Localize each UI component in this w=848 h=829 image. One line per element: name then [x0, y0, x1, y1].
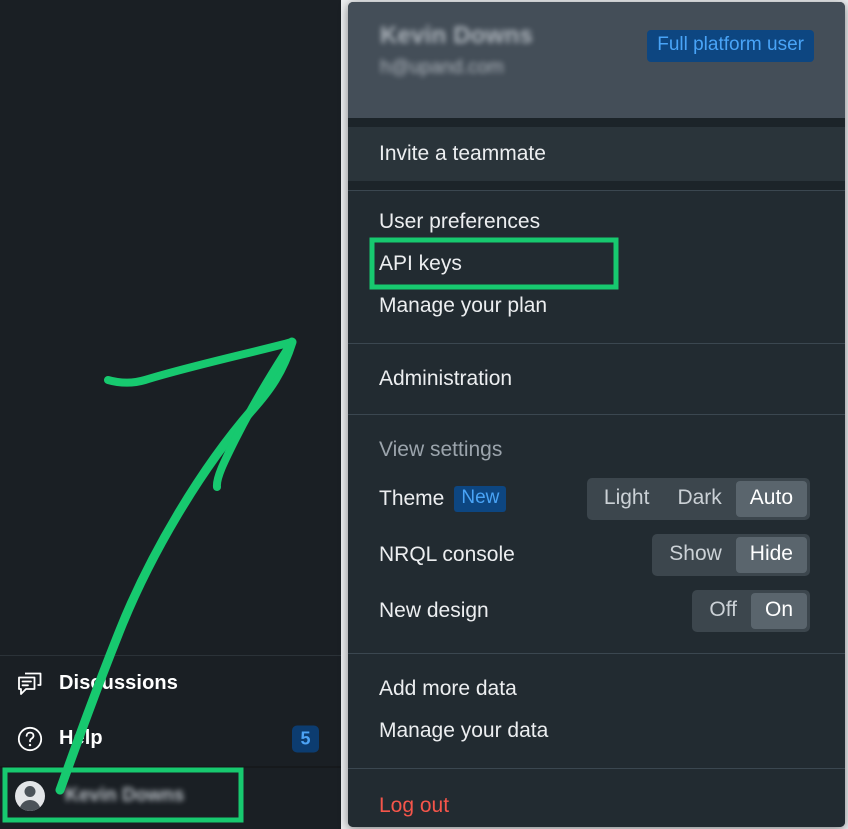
sidebar-item-help[interactable]: Help 5 — [0, 711, 341, 766]
setting-row-nrql-console: NRQL console Show Hide — [348, 527, 845, 583]
setting-label-text: NRQL console — [379, 543, 515, 567]
nrql-option-hide[interactable]: Hide — [735, 537, 807, 574]
sidebar-item-label: Help — [59, 727, 103, 749]
administration-section: Administration — [348, 344, 845, 415]
theme-option-auto[interactable]: Auto — [735, 481, 807, 518]
new-tag: New — [454, 486, 507, 513]
discussions-icon — [11, 665, 49, 703]
menu-item-label: Manage your plan — [379, 294, 548, 318]
menu-item-label: Add more data — [379, 677, 517, 701]
help-notification-badge: 5 — [292, 725, 319, 752]
menu-item-invite-a-teammate[interactable]: Invite a teammate — [348, 127, 845, 182]
sidebar-upper-area — [0, 0, 341, 655]
setting-label-nrql-console: NRQL console — [379, 543, 515, 567]
setting-label-text: Theme — [379, 487, 445, 511]
account-section: User preferences API keys Manage your pl… — [348, 191, 845, 344]
setting-label-text: New design — [379, 599, 489, 623]
menu-item-label: Log out — [379, 793, 450, 817]
section-padding — [348, 191, 845, 201]
section-padding — [348, 752, 845, 768]
account-menu-panel: Kevin Downs h@upand.com Full platform us… — [348, 2, 845, 827]
sidebar-item-user-account[interactable]: Kevin Downs — [0, 768, 341, 823]
account-menu-header: Kevin Downs h@upand.com Full platform us… — [348, 2, 845, 118]
view-settings-heading: View settings — [379, 438, 503, 462]
section-padding — [348, 344, 845, 358]
section-padding — [348, 769, 845, 785]
menu-item-label: API keys — [379, 252, 462, 276]
sidebar-user-name: Kevin Downs — [65, 784, 185, 806]
menu-item-administration[interactable]: Administration — [348, 358, 845, 400]
logout-section: Log out — [348, 768, 845, 827]
setting-row-theme: Theme New Light Dark Auto — [348, 471, 845, 527]
theme-segmented-control: Light Dark Auto — [586, 478, 810, 521]
menu-item-label: Administration — [379, 367, 513, 391]
new-design-option-off[interactable]: Off — [695, 593, 751, 629]
theme-option-light[interactable]: Light — [590, 481, 664, 517]
menu-item-manage-your-data[interactable]: Manage your data — [348, 710, 845, 752]
menu-item-label: Invite a teammate — [379, 142, 546, 166]
data-section: Add more data Manage your data — [348, 654, 845, 769]
sidebar-item-label: Discussions — [59, 672, 178, 694]
new-design-segmented-control: Off On — [692, 590, 810, 633]
menu-item-add-more-data[interactable]: Add more data — [348, 668, 845, 710]
help-circle-icon — [11, 720, 49, 758]
section-padding — [348, 639, 845, 653]
nrql-option-show[interactable]: Show — [655, 537, 736, 573]
sidebar-bottom-strip — [0, 823, 341, 829]
setting-row-new-design: New design Off On — [348, 583, 845, 639]
new-design-option-on[interactable]: On — [750, 593, 807, 630]
setting-label-new-design: New design — [379, 599, 489, 623]
menu-item-label: Manage your data — [379, 719, 549, 743]
left-sidebar: Discussions Help 5 Kevin Downs — [0, 0, 341, 829]
nrql-console-segmented-control: Show Hide — [652, 534, 810, 577]
setting-label-theme: Theme New — [379, 486, 507, 513]
sidebar-item-discussions[interactable]: Discussions — [0, 656, 341, 711]
invite-section: Invite a teammate — [348, 127, 845, 182]
screenshot-root: Discussions Help 5 Kevin Downs Kevin Dow… — [0, 0, 848, 829]
menu-item-log-out[interactable]: Log out — [348, 785, 845, 827]
menu-item-user-preferences[interactable]: User preferences — [348, 201, 845, 243]
section-gap — [348, 181, 845, 191]
section-padding — [348, 654, 845, 668]
menu-item-label: User preferences — [379, 210, 541, 234]
section-padding — [348, 415, 845, 429]
menu-item-manage-your-plan[interactable]: Manage your plan — [348, 285, 845, 327]
theme-option-dark[interactable]: Dark — [663, 481, 735, 517]
section-padding — [348, 327, 845, 343]
view-settings-section: View settings Theme New Light Dark Auto … — [348, 415, 845, 654]
section-padding — [348, 400, 845, 414]
avatar-icon — [15, 780, 45, 811]
section-gap — [348, 117, 845, 128]
role-badge: Full platform user — [647, 30, 814, 62]
menu-item-api-keys[interactable]: API keys — [348, 243, 845, 285]
